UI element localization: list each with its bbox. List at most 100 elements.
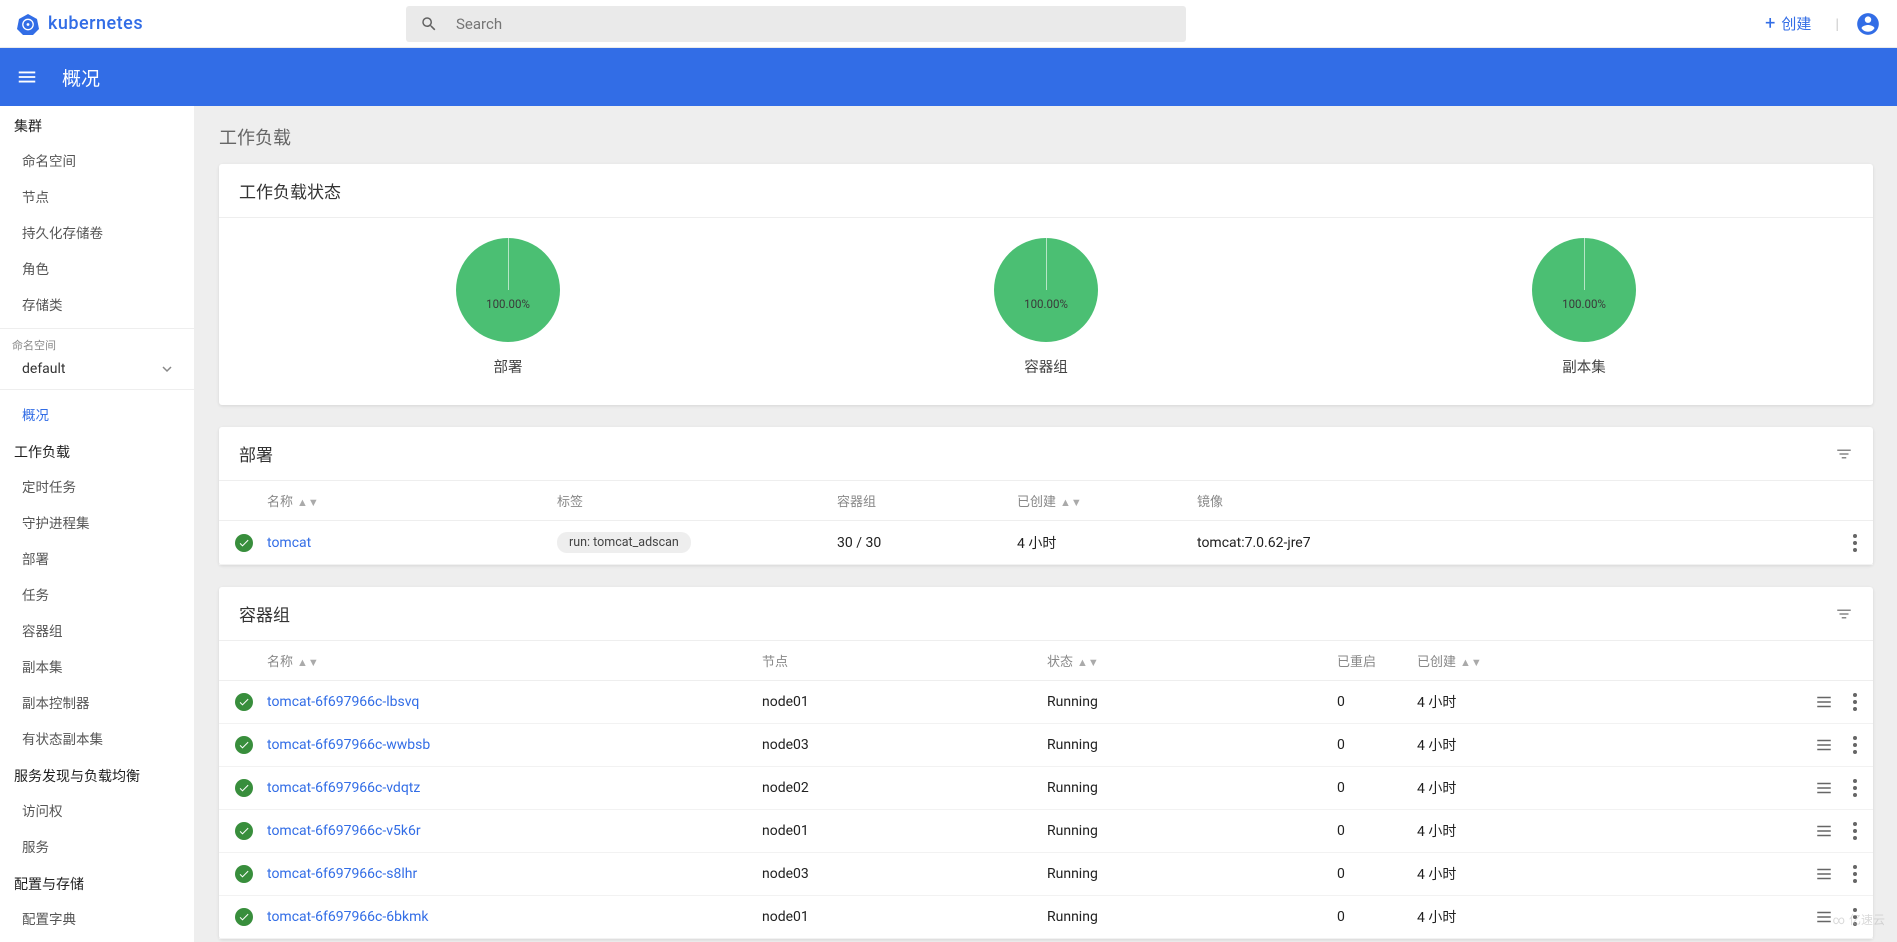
sidebar-item-workload-0[interactable]: 定时任务	[0, 468, 194, 504]
more-icon[interactable]	[1853, 822, 1857, 840]
pod-link[interactable]: tomcat-6f697966c-s8lhr	[267, 866, 417, 882]
col-name[interactable]: 名称	[267, 495, 293, 510]
pod-created: 4 小时	[1417, 735, 1502, 755]
logs-icon[interactable]	[1815, 736, 1833, 754]
pie-chart-icon: 100.00%	[994, 238, 1098, 342]
pod-node: node01	[762, 823, 1047, 839]
sidebar-item-workload-7[interactable]: 有状态副本集	[0, 720, 194, 756]
sidebar-item-workload-4[interactable]: 容器组	[0, 612, 194, 648]
sidebar-item-config-0[interactable]: 配置字典	[0, 900, 194, 936]
created-time: 4 小时	[1017, 533, 1197, 553]
pod-status: Running	[1047, 823, 1337, 839]
pods-table-header: 名称▲▼ 节点 状态▲▼ 已重启 已创建▲▼	[219, 641, 1873, 681]
pod-row: tomcat-6f697966c-lbsvq node01 Running 0 …	[219, 681, 1873, 724]
deployment-row: tomcat run: tomcat_adscan 30 / 30 4 小时 t…	[219, 521, 1873, 565]
pod-created: 4 小时	[1417, 778, 1502, 798]
pod-node: node03	[762, 866, 1047, 882]
more-icon[interactable]	[1853, 534, 1857, 552]
status-ok-icon	[235, 693, 253, 711]
logs-icon[interactable]	[1815, 822, 1833, 840]
pod-status: Running	[1047, 780, 1337, 796]
logs-icon[interactable]	[1815, 693, 1833, 711]
pod-row: tomcat-6f697966c-s8lhr node03 Running 0 …	[219, 853, 1873, 896]
plus-icon: +	[1765, 13, 1775, 34]
more-icon[interactable]	[1853, 779, 1857, 797]
brand-text: kubernetes	[48, 13, 143, 34]
sidebar-item-discovery-0[interactable]: 访问权	[0, 792, 194, 828]
sidebar-item-cluster-0[interactable]: 命名空间	[0, 142, 194, 178]
kubernetes-logo-icon	[16, 12, 40, 36]
search-input[interactable]	[456, 15, 1172, 33]
more-icon[interactable]	[1853, 693, 1857, 711]
chart-1: 100.00% 容器组	[994, 238, 1098, 377]
more-icon[interactable]	[1853, 736, 1857, 754]
pod-link[interactable]: tomcat-6f697966c-6bkmk	[267, 909, 428, 925]
col-labels[interactable]: 标签	[557, 495, 583, 510]
pie-chart-icon: 100.00%	[456, 238, 560, 342]
search-box[interactable]	[406, 6, 1186, 42]
sidebar-item-discovery-1[interactable]: 服务	[0, 828, 194, 864]
pod-link[interactable]: tomcat-6f697966c-v5k6r	[267, 823, 421, 839]
logs-icon[interactable]	[1815, 865, 1833, 883]
chart-2: 100.00% 副本集	[1532, 238, 1636, 377]
search-icon	[420, 15, 438, 33]
pod-restarts: 0	[1337, 866, 1417, 882]
pods-count: 30 / 30	[837, 535, 1017, 551]
pods-card: 容器组 名称▲▼ 节点 状态▲▼ 已重启 已创建▲▼ tomcat-6f6979…	[219, 587, 1873, 939]
pod-link[interactable]: tomcat-6f697966c-vdqtz	[267, 780, 420, 796]
logs-icon[interactable]	[1815, 908, 1833, 926]
sub-header: 概况	[0, 48, 1897, 106]
sidebar-section-cluster[interactable]: 集群	[0, 106, 194, 142]
pod-restarts: 0	[1337, 823, 1417, 839]
filter-icon[interactable]	[1835, 445, 1853, 463]
deployments-card: 部署 名称▲▼ 标签 容器组 已创建▲▼ 镜像 tomcat run: tomc…	[219, 427, 1873, 565]
col-restarts[interactable]: 已重启	[1337, 655, 1376, 670]
sidebar-section-workloads[interactable]: 工作负载	[0, 432, 194, 468]
pod-link[interactable]: tomcat-6f697966c-lbsvq	[267, 694, 419, 710]
pod-status: Running	[1047, 737, 1337, 753]
pod-row: tomcat-6f697966c-6bkmk node01 Running 0 …	[219, 896, 1873, 939]
sidebar-item-cluster-1[interactable]: 节点	[0, 178, 194, 214]
col-created[interactable]: 已创建	[1017, 495, 1056, 510]
status-ok-icon	[235, 865, 253, 883]
sidebar-item-workload-6[interactable]: 副本控制器	[0, 684, 194, 720]
account-icon[interactable]	[1855, 11, 1881, 37]
sidebar-section-discovery[interactable]: 服务发现与负载均衡	[0, 756, 194, 792]
status-ok-icon	[235, 822, 253, 840]
col-created[interactable]: 已创建	[1417, 655, 1456, 670]
deployment-link[interactable]: tomcat	[267, 535, 311, 551]
sidebar-item-workload-3[interactable]: 任务	[0, 576, 194, 612]
pod-created: 4 小时	[1417, 692, 1502, 712]
col-status[interactable]: 状态	[1047, 655, 1073, 670]
divider: |	[1835, 15, 1839, 33]
sidebar-item-cluster-3[interactable]: 角色	[0, 250, 194, 286]
sidebar-item-cluster-2[interactable]: 持久化存储卷	[0, 214, 194, 250]
sidebar-item-overview[interactable]: 概况	[0, 396, 194, 432]
chart-label: 副本集	[1532, 356, 1636, 377]
sidebar-item-workload-5[interactable]: 副本集	[0, 648, 194, 684]
status-ok-icon	[235, 908, 253, 926]
main-content: 工作负载 工作负载状态 100.00% 部署 100.00% 容器组 100.0…	[195, 106, 1897, 942]
pod-node: node03	[762, 737, 1047, 753]
sidebar-item-cluster-4[interactable]: 存储类	[0, 286, 194, 322]
sidebar-section-config[interactable]: 配置与存储	[0, 864, 194, 900]
hamburger-menu-icon[interactable]	[16, 66, 38, 88]
deployments-table-header: 名称▲▼ 标签 容器组 已创建▲▼ 镜像	[219, 481, 1873, 521]
namespace-select[interactable]: default	[12, 357, 182, 381]
col-pods[interactable]: 容器组	[837, 495, 876, 510]
col-images[interactable]: 镜像	[1197, 495, 1223, 510]
sidebar-item-workload-1[interactable]: 守护进程集	[0, 504, 194, 540]
col-node[interactable]: 节点	[762, 655, 788, 670]
col-name[interactable]: 名称	[267, 655, 293, 670]
pod-node: node01	[762, 694, 1047, 710]
workload-status-title: 工作负载状态	[219, 164, 1873, 218]
pod-link[interactable]: tomcat-6f697966c-wwbsb	[267, 737, 430, 753]
top-right-actions: + 创建 |	[1757, 9, 1881, 38]
logs-icon[interactable]	[1815, 779, 1833, 797]
filter-icon[interactable]	[1835, 605, 1853, 623]
pods-title: 容器组	[239, 601, 290, 626]
status-ok-icon	[235, 736, 253, 754]
create-button[interactable]: + 创建	[1757, 9, 1819, 38]
sidebar-item-workload-2[interactable]: 部署	[0, 540, 194, 576]
more-icon[interactable]	[1853, 865, 1857, 883]
